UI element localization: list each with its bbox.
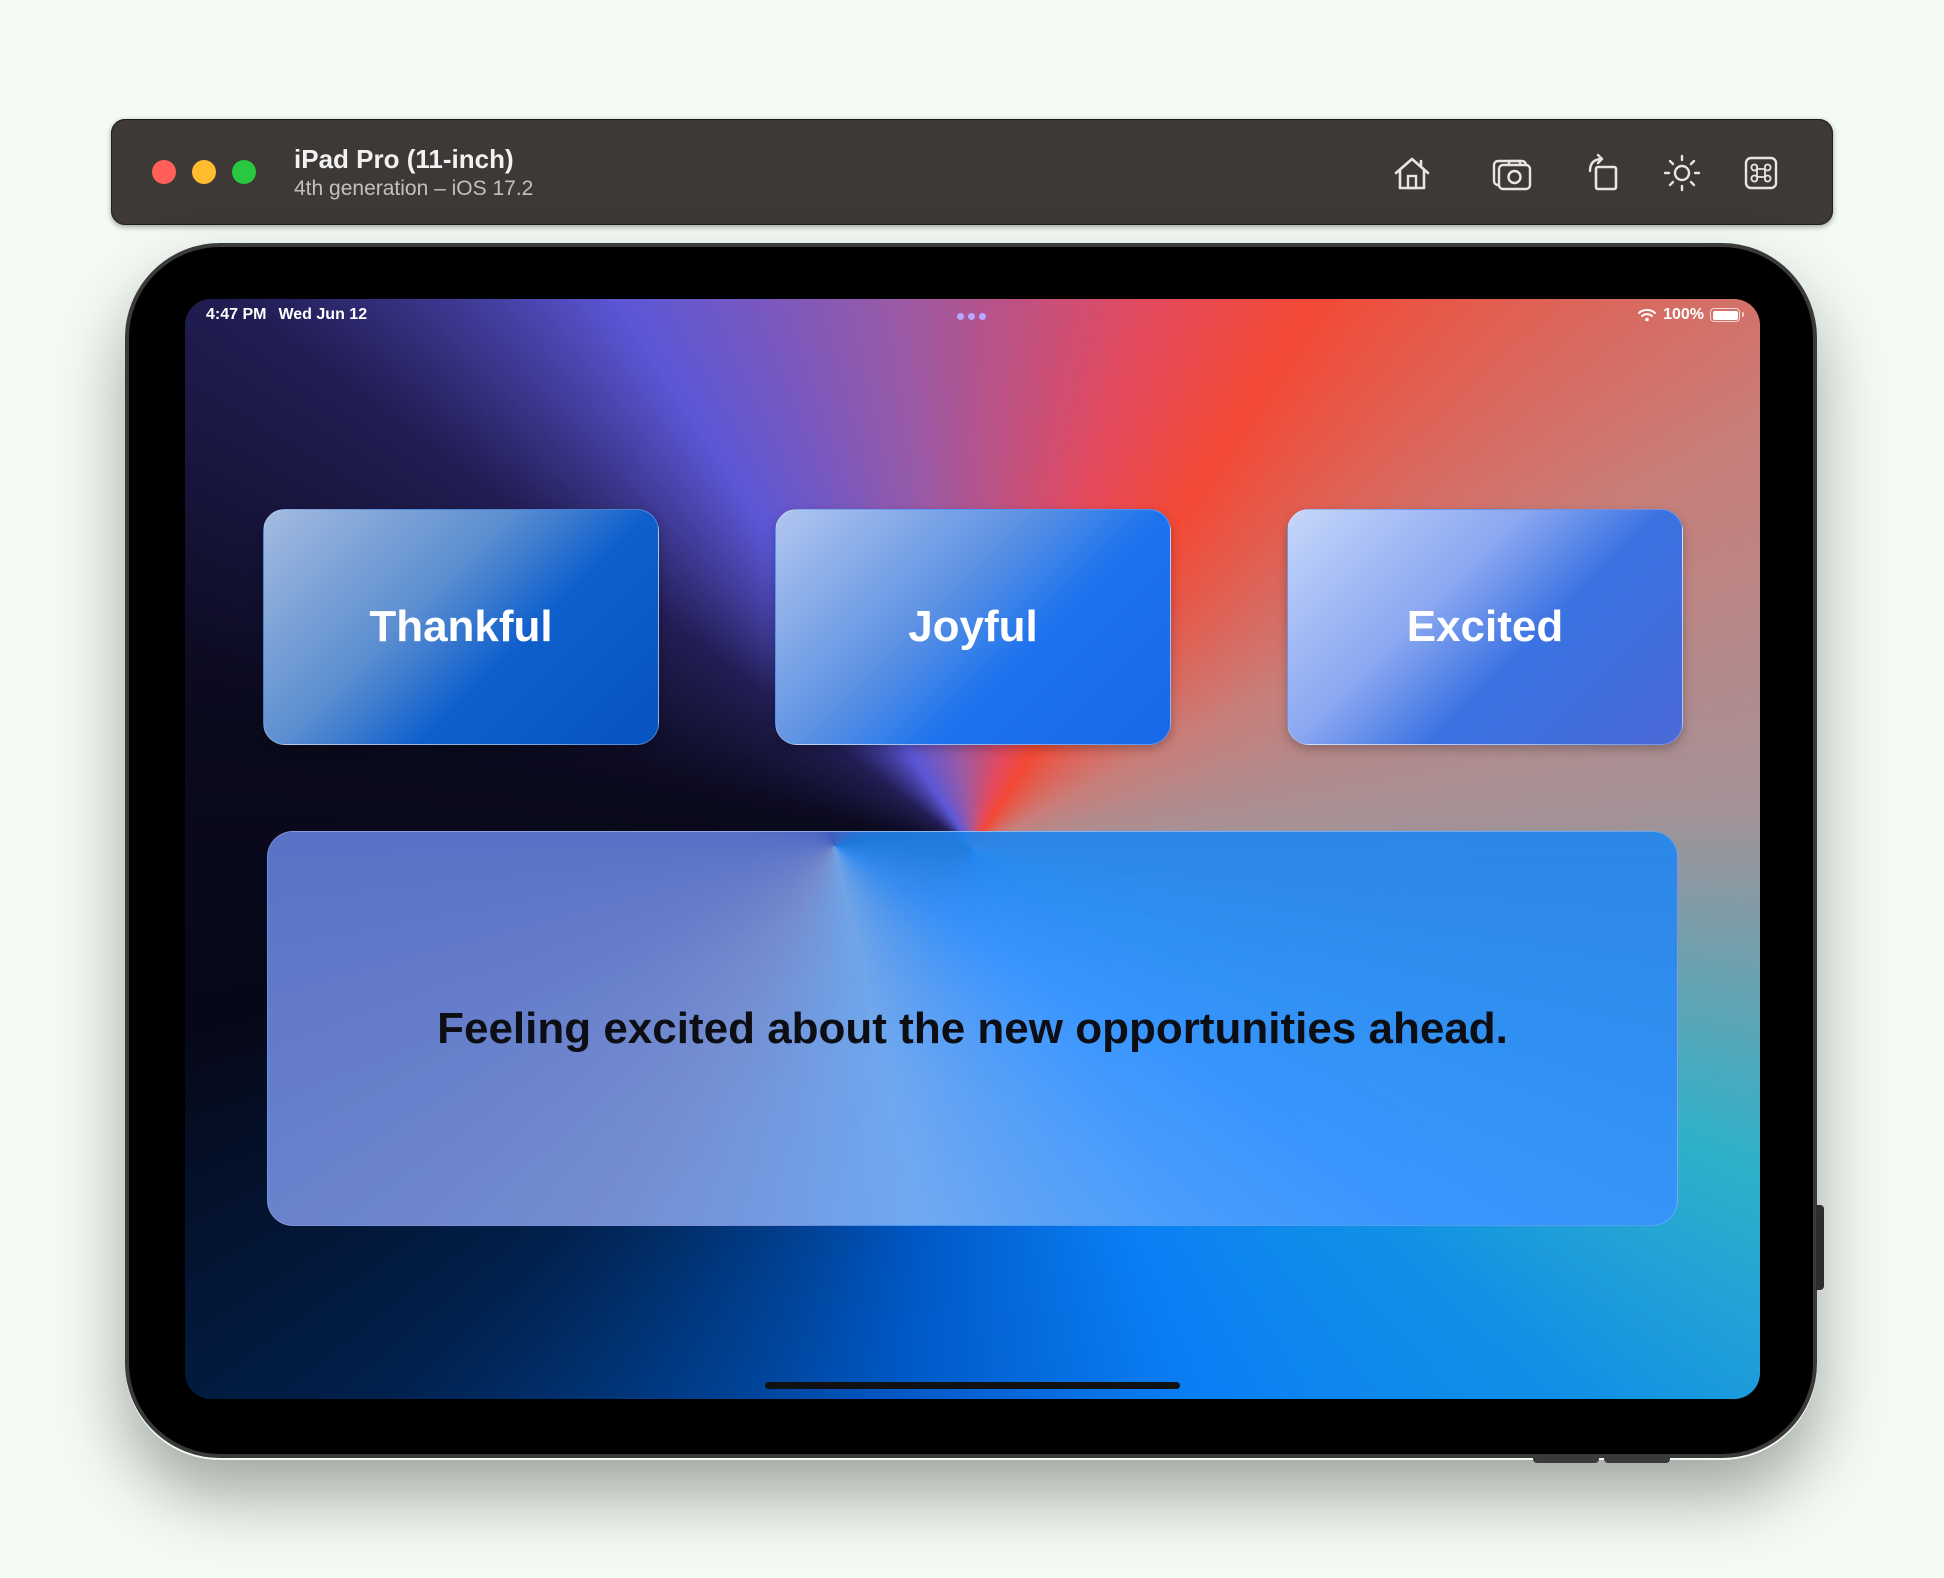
keyboard-shortcut-button[interactable]: [1736, 148, 1786, 198]
home-icon: [1394, 157, 1430, 190]
side-button[interactable]: [1816, 1205, 1824, 1290]
home-button[interactable]: [1387, 148, 1437, 198]
screenshot-button[interactable]: [1487, 148, 1537, 198]
volume-down-button[interactable]: [1604, 1456, 1670, 1463]
mood-message-text: Feeling excited about the new opportunit…: [437, 1003, 1508, 1053]
mood-button-joyful[interactable]: Joyful: [775, 509, 1171, 745]
multitasking-dots-icon[interactable]: [957, 313, 986, 320]
mood-button-thankful[interactable]: Thankful: [263, 509, 659, 745]
simulator-titlebar: iPad Pro (11-inch) 4th generation – iOS …: [111, 119, 1833, 225]
volume-up-button[interactable]: [1533, 1456, 1599, 1463]
screenshot-icon: [1492, 159, 1532, 191]
status-bar-right: 100%: [1637, 306, 1744, 324]
command-icon: [1744, 156, 1778, 190]
maximize-window-button[interactable]: [232, 160, 256, 184]
status-bar-left: 4:47 PM Wed Jun 12: [206, 306, 367, 324]
mood-button-excited[interactable]: Excited: [1287, 509, 1683, 745]
battery-percentage: 100%: [1663, 306, 1704, 323]
brightness-button[interactable]: [1657, 148, 1707, 198]
close-window-button[interactable]: [152, 160, 176, 184]
brightness-icon: [1663, 154, 1701, 192]
status-time: 4:47 PM: [206, 306, 267, 323]
wifi-icon: [1638, 309, 1657, 322]
minimize-window-button[interactable]: [192, 160, 216, 184]
ipad-screen: 4:47 PM Wed Jun 12 100% Thankful Joyful E…: [185, 299, 1760, 1399]
rotate-button[interactable]: [1577, 148, 1627, 198]
rotate-icon: [1588, 153, 1618, 191]
device-subtitle: 4th generation – iOS 17.2: [294, 177, 534, 200]
mood-message-card: Feeling excited about the new opportunit…: [267, 831, 1678, 1226]
battery-icon: [1710, 308, 1744, 322]
home-indicator[interactable]: [765, 1382, 1180, 1389]
device-name: iPad Pro (11-inch): [294, 144, 514, 174]
status-date: Wed Jun 12: [278, 306, 368, 323]
